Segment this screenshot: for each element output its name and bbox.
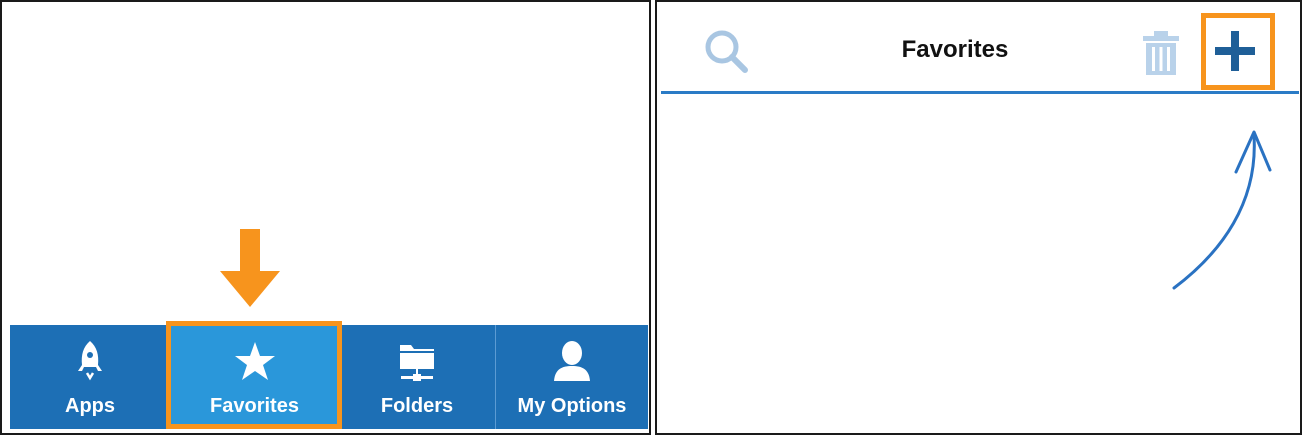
search-icon[interactable] xyxy=(701,26,751,76)
header-divider xyxy=(661,91,1299,94)
favorites-header: Favorites xyxy=(657,2,1300,94)
tab-label: My Options xyxy=(517,395,627,417)
star-icon xyxy=(233,339,277,383)
curved-arrow-icon xyxy=(1172,130,1272,290)
bottom-tab-bar: Apps Favorites Folders My Options xyxy=(10,325,648,429)
person-icon xyxy=(550,339,594,383)
down-arrow-icon xyxy=(220,229,280,307)
tab-folders[interactable]: Folders xyxy=(338,325,495,429)
add-button[interactable] xyxy=(1202,22,1268,80)
plus-icon xyxy=(1215,31,1255,71)
folder-network-icon xyxy=(395,339,439,383)
tab-apps[interactable]: Apps xyxy=(10,325,170,429)
page-title: Favorites xyxy=(901,36,1009,63)
rocket-icon xyxy=(68,339,112,383)
tab-label: Favorites xyxy=(210,395,299,417)
tab-my-options[interactable]: My Options xyxy=(495,325,648,429)
tab-label: Folders xyxy=(380,395,454,417)
favorites-screen: Favorites xyxy=(655,0,1302,435)
tab-label: Apps xyxy=(65,395,115,417)
tab-favorites[interactable]: Favorites xyxy=(170,325,338,429)
trash-icon[interactable] xyxy=(1139,28,1183,78)
app-screen-main: Apps Favorites Folders My Options xyxy=(0,0,651,435)
tutorial-figure: Apps Favorites Folders My Options Favori… xyxy=(0,0,1302,435)
